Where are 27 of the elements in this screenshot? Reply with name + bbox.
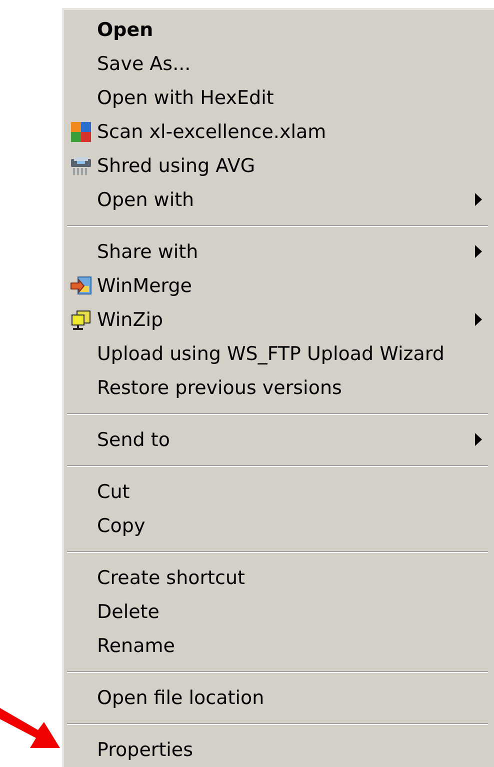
menu-item[interactable]: Scan xl-excellence.xlam <box>64 115 494 149</box>
vise-icon <box>70 310 92 330</box>
menu-item[interactable]: Upload using WS_FTP Upload Wizard <box>64 337 494 371</box>
menu-item[interactable]: WinZip <box>64 303 494 337</box>
submenu-arrow-icon <box>475 313 482 326</box>
menu-item[interactable]: Open with <box>64 183 494 217</box>
menu-item[interactable]: Cut <box>64 475 494 509</box>
menu-item[interactable]: Send to <box>64 423 494 457</box>
submenu-arrow-icon <box>475 245 482 258</box>
menu-item[interactable]: Restore previous versions <box>64 371 494 405</box>
menu-item[interactable]: Copy <box>64 509 494 543</box>
menu-item[interactable]: Shred using AVG <box>64 149 494 183</box>
menu-item[interactable]: Open <box>64 13 494 47</box>
menu-item[interactable]: WinMerge <box>64 269 494 303</box>
menu-item[interactable]: Properties <box>64 733 494 767</box>
menu-item[interactable]: Open file location <box>64 681 494 715</box>
submenu-arrow-icon <box>475 433 482 446</box>
shredder-icon <box>70 156 92 176</box>
colored-squares-icon <box>70 122 90 142</box>
merge-icon <box>70 276 92 296</box>
menu-item[interactable]: Rename <box>64 629 494 663</box>
menu-item[interactable]: Open with HexEdit <box>64 81 494 115</box>
menu-item[interactable]: Delete <box>64 595 494 629</box>
menu-item[interactable]: Create shortcut <box>64 561 494 595</box>
menu-item[interactable]: Save As... <box>64 47 494 81</box>
submenu-arrow-icon <box>475 193 482 206</box>
menu-item[interactable]: Share with <box>64 235 494 269</box>
